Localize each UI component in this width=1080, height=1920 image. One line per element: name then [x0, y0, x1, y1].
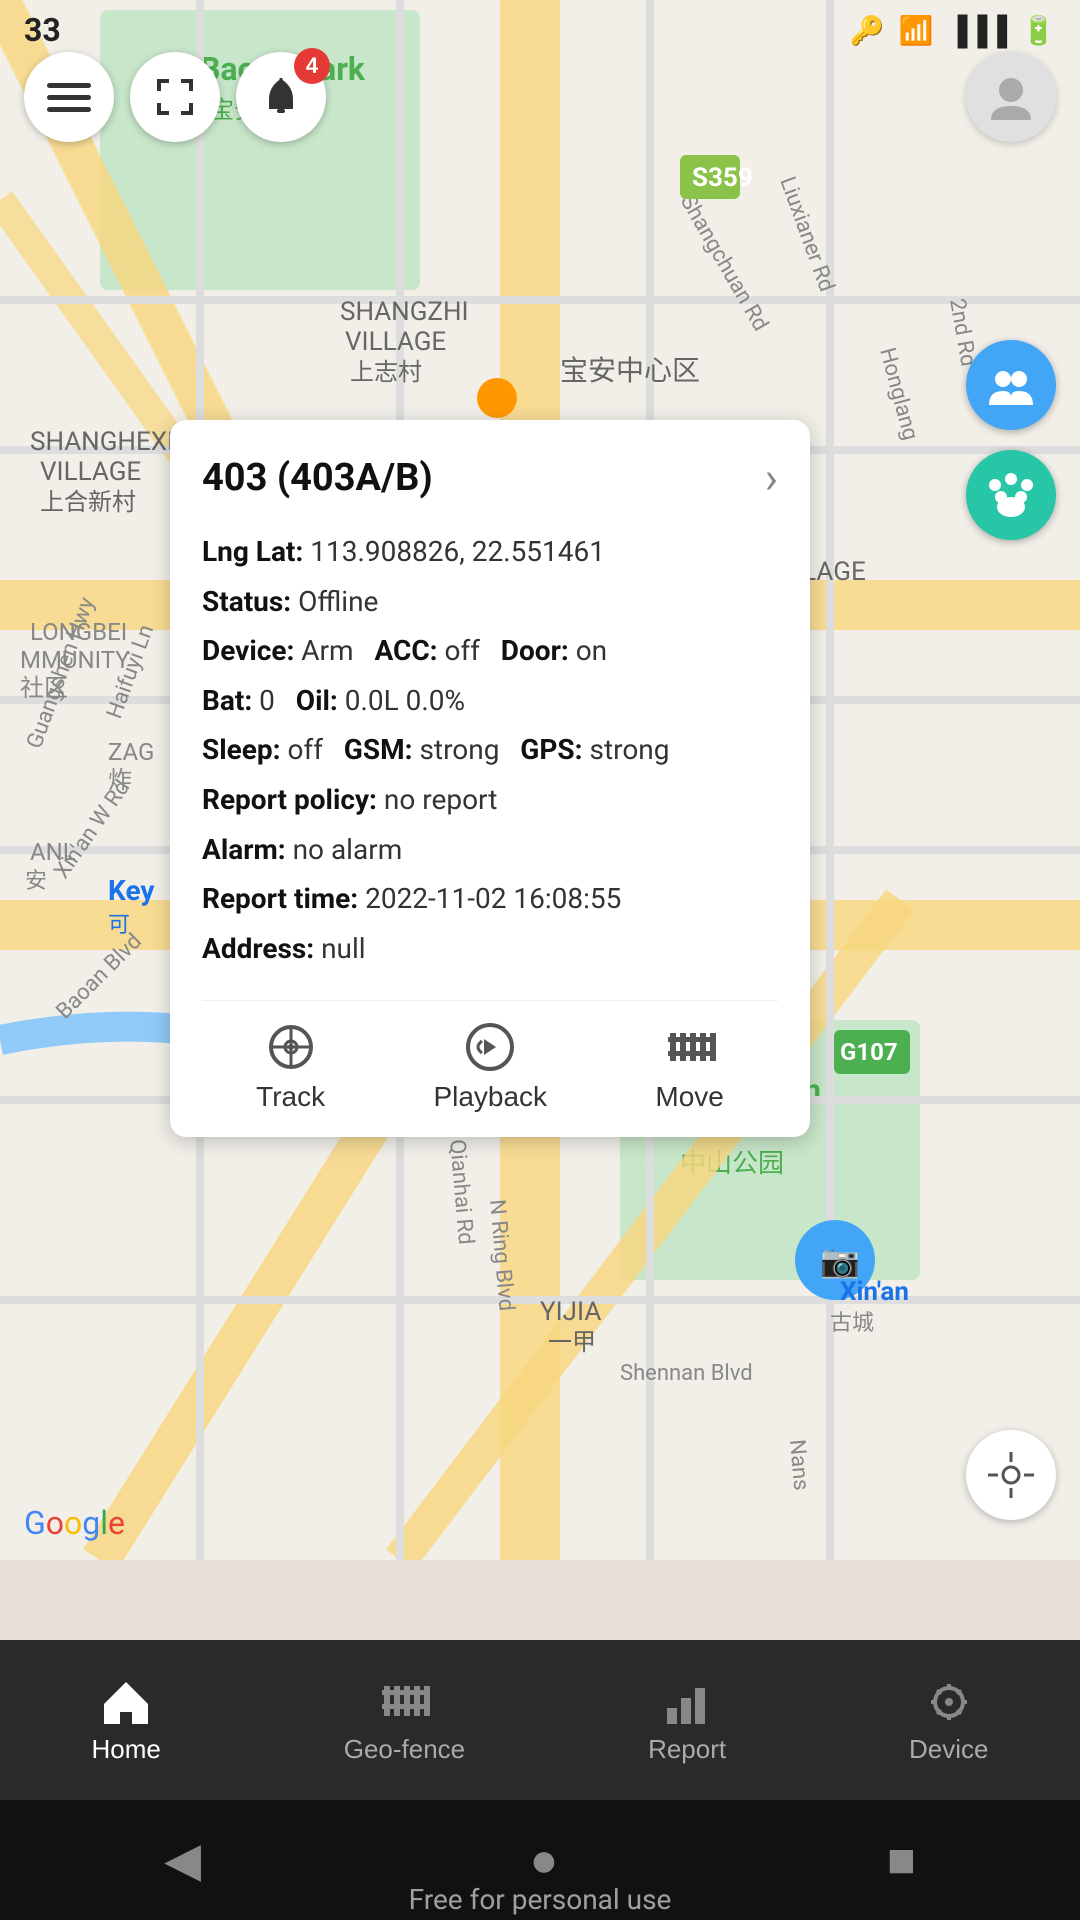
- svg-text:Xin'an: Xin'an: [840, 1277, 909, 1307]
- user-avatar-button[interactable]: [966, 52, 1056, 142]
- nav-home-label: Home: [91, 1734, 160, 1765]
- watermark: Free for personal use: [0, 1883, 1080, 1920]
- move-label: Move: [655, 1081, 723, 1113]
- nav-geofence-button[interactable]: Geo-fence: [344, 1676, 465, 1765]
- report-policy-value: no report: [384, 783, 497, 816]
- card-title: 403 (403A/B): [202, 456, 433, 500]
- my-location-button[interactable]: [966, 1430, 1056, 1520]
- svg-text:炸: 炸: [108, 766, 132, 794]
- svg-text:安: 安: [25, 869, 47, 894]
- top-controls: 4: [0, 52, 1080, 142]
- svg-text:SHANGZHI: SHANGZHI: [340, 297, 469, 327]
- oil-label: Oil:: [296, 684, 338, 717]
- signal-icon: ▐▐▐: [948, 14, 1008, 47]
- right-fabs: [966, 340, 1056, 540]
- nav-report-label: Report: [648, 1734, 726, 1765]
- svg-text:一甲: 一甲: [548, 1328, 596, 1356]
- sleep-label: Sleep:: [202, 733, 281, 766]
- nav-report-button[interactable]: Report: [648, 1676, 726, 1765]
- oil-value: 0.0L 0.0%: [345, 684, 465, 717]
- wifi-icon: 📶: [899, 14, 934, 47]
- alarm-label: Alarm:: [202, 833, 286, 866]
- svg-text:Qianhai Rd: Qianhai Rd: [444, 1138, 478, 1245]
- track-label: Track: [256, 1081, 325, 1113]
- sleep-value: off: [287, 733, 322, 766]
- alarm-value: no alarm: [293, 833, 403, 866]
- address-label: Address:: [202, 932, 314, 965]
- address-value: null: [321, 932, 366, 965]
- svg-text:宝安中心区: 宝安中心区: [560, 354, 700, 387]
- track-button[interactable]: Track: [256, 1021, 325, 1113]
- nav-geofence-label: Geo-fence: [344, 1734, 465, 1765]
- svg-text:ZAG: ZAG: [108, 738, 154, 766]
- playback-button[interactable]: Playback: [433, 1021, 547, 1113]
- info-card: 403 (403A/B) › Lng Lat: 113.908826, 22.5…: [170, 420, 810, 1137]
- report-time-label: Report time:: [202, 882, 358, 915]
- svg-text:Shennan Blvd: Shennan Blvd: [620, 1361, 753, 1386]
- gsm-label: GSM:: [344, 733, 413, 766]
- menu-button[interactable]: [24, 52, 114, 142]
- pet-tracking-button[interactable]: [966, 450, 1056, 540]
- nav-device-label: Device: [909, 1734, 988, 1765]
- card-actions: Track Playback Move: [202, 1000, 778, 1113]
- svg-text:📷: 📷: [820, 1242, 860, 1280]
- move-button[interactable]: Move: [655, 1021, 723, 1113]
- status-bar: 33 🔑 📶 ▐▐▐ 🔋: [0, 0, 1080, 60]
- svg-text:G107: G107: [840, 1038, 898, 1066]
- report-policy-label: Report policy:: [202, 783, 377, 816]
- status-time: 33: [24, 11, 61, 49]
- svg-text:可: 可: [108, 913, 130, 938]
- gps-label: GPS:: [520, 733, 582, 766]
- svg-text:YIJIA: YIJIA: [540, 1297, 601, 1327]
- card-details: Lng Lat: 113.908826, 22.551461 Status: O…: [202, 528, 778, 972]
- bat-label: Bat:: [202, 684, 252, 717]
- google-logo: Google: [24, 1504, 125, 1542]
- svg-text:VILLAGE: VILLAGE: [345, 327, 446, 357]
- svg-text:上合新村: 上合新村: [40, 488, 136, 516]
- door-label: Door:: [501, 634, 569, 667]
- key-icon: 🔑: [850, 14, 885, 47]
- playback-label: Playback: [433, 1081, 547, 1113]
- gsm-value: strong: [419, 733, 499, 766]
- notification-badge: 4: [294, 48, 330, 84]
- nav-device-button[interactable]: Device: [909, 1676, 988, 1765]
- report-time-value: 2022-11-02 16:08:55: [365, 882, 621, 915]
- battery-icon: 🔋: [1021, 14, 1056, 47]
- svg-text:Shangchuan Rd: Shangchuan Rd: [675, 191, 773, 336]
- bat-value: 0: [259, 684, 275, 717]
- device-value: Arm: [301, 634, 353, 667]
- svg-text:上志村: 上志村: [350, 358, 422, 386]
- sys-back-button[interactable]: ◀: [164, 1832, 201, 1888]
- svg-text:S359: S359: [692, 163, 753, 193]
- lng-lat-label: Lng Lat:: [202, 535, 303, 568]
- acc-label: ACC:: [374, 634, 437, 667]
- sys-home-button[interactable]: ●: [529, 1833, 558, 1888]
- svg-text:Key: Key: [108, 874, 155, 907]
- device-label: Device:: [202, 634, 294, 667]
- card-expand-button[interactable]: ›: [765, 452, 778, 504]
- lng-lat-value: 113.908826, 22.551461: [310, 535, 605, 568]
- gps-value: strong: [590, 733, 670, 766]
- family-tracking-button[interactable]: [966, 340, 1056, 430]
- door-value: on: [576, 634, 607, 667]
- status-value: Offline: [298, 585, 378, 618]
- svg-text:古城: 古城: [830, 1311, 874, 1336]
- nav-home-button[interactable]: Home: [91, 1676, 160, 1765]
- zoom-fit-button[interactable]: [130, 52, 220, 142]
- bottom-nav: Home Geo-fence Report: [0, 1640, 1080, 1800]
- svg-text:VILLAGE: VILLAGE: [40, 457, 141, 487]
- status-label: Status:: [202, 585, 291, 618]
- svg-text:SHANGHEXIN: SHANGHEXIN: [30, 427, 193, 457]
- acc-value: off: [445, 634, 480, 667]
- svg-text:Nans: Nans: [784, 1438, 813, 1491]
- notification-button[interactable]: 4: [236, 52, 326, 142]
- sys-recent-button[interactable]: ■: [887, 1833, 916, 1888]
- svg-text:Honglang: Honglang: [874, 345, 923, 443]
